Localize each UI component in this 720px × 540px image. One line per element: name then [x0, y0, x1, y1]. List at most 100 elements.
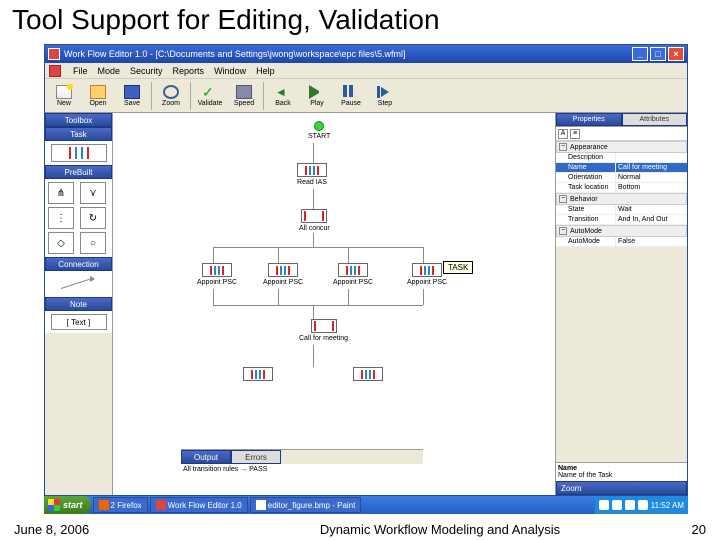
minimize-button[interactable]: _: [632, 47, 648, 61]
zoom-header[interactable]: Zoom: [556, 481, 687, 495]
edge: [313, 305, 314, 319]
menu-help[interactable]: Help: [256, 66, 275, 76]
prebuilt-merge[interactable]: ⋎: [80, 182, 106, 204]
menu-window[interactable]: Window: [214, 66, 246, 76]
prop-name[interactable]: NameCall for meeting: [556, 163, 687, 173]
zoom-icon: [163, 85, 179, 99]
close-button[interactable]: ×: [668, 47, 684, 61]
edge: [313, 143, 314, 163]
taskbar-item-firefox[interactable]: 2 Firefox: [93, 497, 148, 513]
categorized-icon[interactable]: ≡: [570, 129, 580, 139]
prebuilt-diamond[interactable]: ◇: [48, 232, 74, 254]
prop-transition[interactable]: TransitionAnd In, And Out: [556, 215, 687, 225]
toolbar-speed-button[interactable]: Speed: [227, 80, 261, 112]
read-ias-node[interactable]: Read IAS: [297, 163, 327, 186]
errors-tab[interactable]: Errors: [231, 450, 281, 464]
task-tool[interactable]: [51, 144, 107, 162]
edge: [213, 289, 214, 305]
tray-icon[interactable]: [612, 500, 622, 510]
appoint-psc-3[interactable]: Appoint PSC: [333, 263, 373, 286]
prebuilt-section-header[interactable]: PreBuilt: [45, 165, 112, 179]
prebuilt-fork[interactable]: ⋔: [48, 182, 74, 204]
bottom-node-1[interactable]: [243, 367, 273, 381]
prop-orientation[interactable]: OrientationNormal: [556, 173, 687, 183]
toolbar-step-button[interactable]: Step: [368, 80, 402, 112]
attributes-tab[interactable]: Attributes: [622, 113, 688, 126]
clock[interactable]: 11:52 AM: [651, 501, 684, 510]
start-node[interactable]: START: [308, 121, 330, 140]
output-tab[interactable]: Output: [181, 450, 231, 464]
footer-page: 20: [666, 522, 706, 537]
slide-title: Tool Support for Editing, Validation: [0, 0, 720, 38]
toolbar-pause-button[interactable]: Pause: [334, 80, 368, 112]
toolbar-zoom-button[interactable]: Zoom: [154, 80, 188, 112]
menu-file[interactable]: File: [73, 66, 88, 76]
windows-flag-icon: [48, 499, 60, 511]
task-tooltip: TASK: [443, 261, 473, 274]
pause-icon: [343, 85, 359, 99]
appoint-psc-1[interactable]: Appoint PSC: [197, 263, 237, 286]
prebuilt-circle[interactable]: ○: [80, 232, 106, 254]
prop-tasklocation[interactable]: Task locationBottom: [556, 183, 687, 193]
connection-tool[interactable]: [59, 274, 99, 294]
cat-automode[interactable]: −AutoMode: [556, 225, 687, 237]
fork-node[interactable]: All concur: [299, 209, 330, 232]
connection-section-header[interactable]: Connection: [45, 257, 112, 271]
system-tray: 11:52 AM: [595, 496, 688, 514]
start-button[interactable]: start: [44, 496, 91, 514]
toolbar-back-button[interactable]: ◄Back: [266, 80, 300, 112]
tray-icon[interactable]: [625, 500, 635, 510]
taskbar-item-workflow[interactable]: Work Flow Editor 1.0: [150, 497, 248, 513]
edge: [213, 247, 423, 248]
task-section-header[interactable]: Task: [45, 127, 112, 141]
toolbox-header[interactable]: Toolbox: [45, 113, 112, 127]
save-icon: [124, 85, 140, 99]
toolbar-validate-button[interactable]: ✓Validate: [193, 80, 227, 112]
menu-app-icon: [49, 65, 61, 77]
footer-date: June 8, 2006: [14, 522, 214, 537]
toolbar: New Open Save Zoom ✓Validate Speed ◄Back…: [45, 79, 687, 113]
prop-state[interactable]: StateWait: [556, 205, 687, 215]
taskbar-item-paint[interactable]: editor_figure.bmp - Paint: [250, 497, 362, 513]
note-section-header[interactable]: Note: [45, 297, 112, 311]
sort-az-icon[interactable]: A: [558, 129, 568, 139]
bottom-node-2[interactable]: [353, 367, 383, 381]
toolbar-new-button[interactable]: New: [47, 80, 81, 112]
tray-icon[interactable]: [599, 500, 609, 510]
tray-icon[interactable]: [638, 500, 648, 510]
slide-footer: June 8, 2006 Dynamic Workflow Modeling a…: [0, 518, 720, 540]
appoint-psc-4[interactable]: Appoint PSC: [407, 263, 447, 286]
edge: [313, 189, 314, 209]
edge: [278, 289, 279, 305]
menu-mode[interactable]: Mode: [98, 66, 121, 76]
menu-reports[interactable]: Reports: [173, 66, 205, 76]
prop-description[interactable]: Description: [556, 153, 687, 163]
bottom-dock: Output Errors All transition rules → PAS…: [181, 449, 423, 495]
cat-behavior[interactable]: −Behavior: [556, 193, 687, 205]
back-icon: ◄: [275, 85, 291, 99]
appoint-psc-2[interactable]: Appoint PSC: [263, 263, 303, 286]
start-dot-icon: [314, 121, 324, 131]
toolbar-save-button[interactable]: Save: [115, 80, 149, 112]
menu-security[interactable]: Security: [130, 66, 163, 76]
toolbar-play-button[interactable]: Play: [300, 80, 334, 112]
paint-icon: [256, 500, 266, 510]
join-node[interactable]: Call for meeting: [299, 319, 348, 342]
open-icon: [90, 85, 106, 99]
prop-automode[interactable]: AutoModeFalse: [556, 237, 687, 247]
prebuilt-seq[interactable]: ⋮: [48, 207, 74, 229]
properties-tab[interactable]: Properties: [556, 113, 622, 126]
new-icon: [56, 85, 72, 99]
prebuilt-loop[interactable]: ↻: [80, 207, 106, 229]
output-body: All transition rules → PASS: [181, 464, 423, 495]
step-icon: [377, 85, 393, 99]
toolbar-open-button[interactable]: Open: [81, 80, 115, 112]
cat-appearance[interactable]: −Appearance: [556, 141, 687, 153]
canvas[interactable]: START Read IAS All concur Appoint PSC: [113, 113, 555, 495]
maximize-button[interactable]: □: [650, 47, 666, 61]
property-grid: −Appearance Description NameCall for mee…: [556, 141, 687, 247]
window-title: Work Flow Editor 1.0 - [C:\Documents and…: [64, 49, 632, 59]
app-window: Work Flow Editor 1.0 - [C:\Documents and…: [44, 44, 688, 496]
edge: [423, 289, 424, 305]
note-tool[interactable]: [ Text ]: [51, 314, 107, 330]
